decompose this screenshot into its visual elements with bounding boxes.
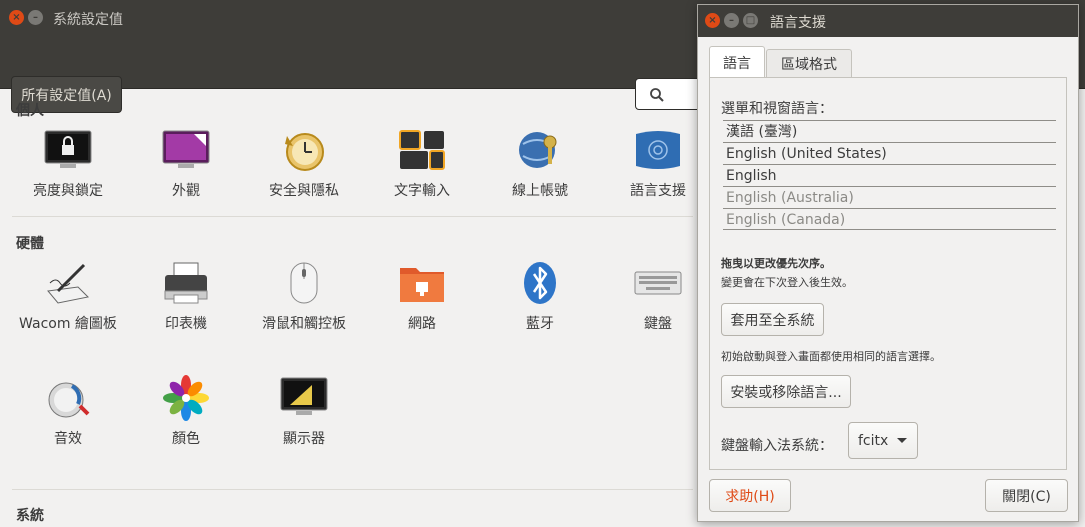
minimize-window-button[interactable]: – — [28, 10, 43, 25]
minimize-window-button[interactable]: – — [724, 13, 739, 28]
tile-bluetooth[interactable]: 藍牙 — [484, 259, 596, 349]
change-note-text: 變更會在下次登入後生效。 — [721, 276, 853, 289]
tile-mouse-touchpad[interactable]: 滑鼠和觸控板 — [248, 259, 360, 349]
security-privacy-icon — [278, 126, 330, 174]
tile-wacom-tablet[interactable]: Wacom 繪圖板 — [12, 259, 124, 349]
close-window-button[interactable]: × — [9, 10, 24, 25]
language-list-item[interactable]: English (Australia) — [723, 186, 1056, 208]
tile-label: 音效 — [54, 431, 82, 447]
section-title-system: 系統 — [16, 508, 44, 524]
language-tab-panel: 選單和視窗語言： 漢語 (臺灣) English (United States)… — [709, 77, 1067, 470]
section-title-hardware: 硬體 — [16, 236, 44, 252]
search-icon — [650, 88, 664, 102]
tile-appearance[interactable]: 外觀 — [130, 126, 242, 216]
sound-icon — [42, 374, 94, 422]
menu-language-label: 選單和視窗語言： — [721, 101, 833, 117]
tile-label: 外觀 — [172, 183, 200, 199]
close-window-button[interactable]: × — [705, 13, 720, 28]
keyboard-input-method-value: fcitx — [858, 432, 889, 449]
maximize-window-button[interactable]: □ — [743, 13, 758, 28]
tile-label: 印表機 — [165, 316, 207, 332]
language-list-item[interactable]: 漢語 (臺灣) — [723, 120, 1056, 142]
tile-label: 文字輸入 — [394, 183, 450, 199]
dialog-titlebar: × – □ 語言支援 — [698, 5, 1078, 37]
dropdown-arrow-icon — [897, 438, 907, 443]
tile-label: 滑鼠和觸控板 — [262, 316, 346, 332]
tile-color[interactable]: 顏色 — [130, 374, 242, 464]
dialog-title: 語言支援 — [770, 15, 826, 31]
tile-network[interactable]: 網路 — [366, 259, 478, 349]
tile-printer[interactable]: 印表機 — [130, 259, 242, 349]
lock-screen-icon — [42, 126, 94, 174]
language-list[interactable]: 漢語 (臺灣) English (United States) English … — [723, 120, 1056, 230]
tile-label: 藍牙 — [526, 316, 554, 332]
tile-text-entry[interactable]: 文字輸入 — [366, 126, 478, 216]
mouse-icon — [278, 259, 330, 307]
language-support-icon — [632, 126, 684, 174]
tile-label: 顯示器 — [283, 431, 325, 447]
tile-label: 安全與隱私 — [269, 183, 339, 199]
section-divider — [12, 489, 693, 490]
tile-label: 線上帳號 — [512, 183, 568, 199]
tile-online-accounts[interactable]: 線上帳號 — [484, 126, 596, 216]
help-button[interactable]: 求助(H) — [709, 479, 791, 512]
printer-icon — [160, 259, 212, 307]
bluetooth-icon — [514, 259, 566, 307]
keyboard-icon — [632, 259, 684, 307]
window-title: 系統設定值 — [53, 12, 123, 28]
apply-system-wide-button[interactable]: 套用至全系統 — [721, 303, 824, 336]
tab-regional-formats[interactable]: 區域格式 — [766, 49, 852, 78]
tile-display[interactable]: 顯示器 — [248, 374, 360, 464]
language-support-dialog: × – □ 語言支援 語言 區域格式 選單和視窗語言： 漢語 (臺灣) Engl… — [697, 4, 1079, 522]
color-icon — [160, 374, 212, 422]
section-title-personal: 個人 — [16, 103, 44, 119]
wacom-tablet-icon — [42, 259, 94, 307]
section-divider — [12, 216, 693, 217]
online-accounts-icon — [514, 126, 566, 174]
tile-sound[interactable]: 音效 — [12, 374, 124, 464]
tile-label: Wacom 繪圖板 — [19, 316, 117, 332]
tile-label: 顏色 — [172, 431, 200, 447]
display-icon — [278, 374, 330, 422]
install-remove-languages-button[interactable]: 安裝或移除語言... — [721, 375, 851, 408]
keyboard-input-method-label: 鍵盤輸入法系統： — [721, 438, 833, 454]
text-entry-icon — [396, 126, 448, 174]
keyboard-input-method-select[interactable]: fcitx — [848, 422, 918, 459]
language-list-item[interactable]: English (United States) — [723, 142, 1056, 164]
tile-brightness-lock[interactable]: 亮度與鎖定 — [12, 126, 124, 216]
init-note-text: 初始啟動與登入畫面都使用相同的語言選擇。 — [721, 350, 941, 363]
tile-security-privacy[interactable]: 安全與隱私 — [248, 126, 360, 216]
language-list-item[interactable]: English — [723, 164, 1056, 186]
appearance-icon — [160, 126, 212, 174]
tile-label: 網路 — [408, 316, 436, 332]
tab-language[interactable]: 語言 — [709, 46, 765, 78]
network-folder-icon — [396, 259, 448, 307]
close-button[interactable]: 關閉(C) — [985, 479, 1068, 512]
drag-hint-text: 拖曳以更改優先次序。 — [721, 257, 831, 270]
tile-label: 亮度與鎖定 — [33, 183, 103, 199]
language-list-item[interactable]: English (Canada) — [723, 208, 1056, 230]
